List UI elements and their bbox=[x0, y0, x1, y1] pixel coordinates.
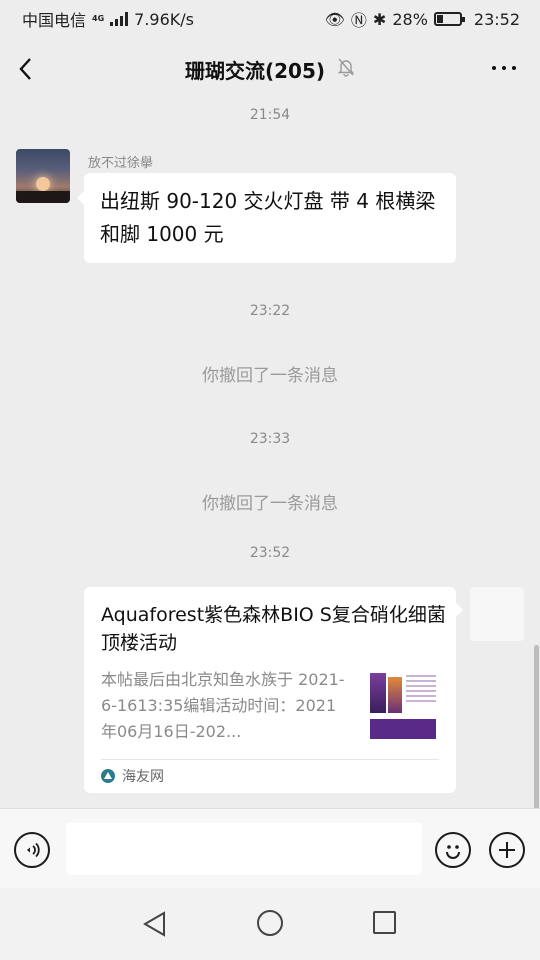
recall-notice: 你撤回了一条消息 bbox=[202, 494, 338, 514]
input-bar bbox=[0, 808, 540, 888]
network-speed: 7.96K/s bbox=[134, 9, 194, 29]
scrollbar[interactable] bbox=[534, 645, 539, 808]
emoji-icon bbox=[446, 845, 460, 859]
source-logo-icon bbox=[101, 769, 115, 783]
network-type: 4G bbox=[92, 14, 105, 23]
plus-button[interactable] bbox=[489, 832, 525, 868]
timestamp: 23:52 bbox=[249, 545, 291, 561]
back-button[interactable] bbox=[14, 54, 38, 84]
bluetooth-icon: ✱ bbox=[372, 9, 387, 29]
recall-notice: 你撤回了一条消息 bbox=[202, 366, 338, 386]
chevron-left-icon bbox=[19, 58, 31, 80]
avatar[interactable] bbox=[16, 149, 70, 203]
nfc-icon: Ⓝ bbox=[350, 11, 367, 30]
voice-button[interactable] bbox=[14, 832, 50, 868]
message-bubble[interactable]: 出纽斯 90-120 交火灯盘 带 4 根横梁和脚 1000 元 bbox=[77, 173, 456, 263]
message-text: 出纽斯 90-120 交火灯盘 带 4 根横梁和脚 1000 元 bbox=[100, 189, 436, 246]
timestamp: 23:22 bbox=[249, 303, 291, 319]
chat-title: 珊瑚交流(205) bbox=[184, 58, 326, 83]
status-right: 👁 Ⓝ ✱ 28% 23:52 bbox=[325, 7, 520, 31]
bell-off-icon bbox=[337, 57, 355, 81]
nav-home-icon[interactable] bbox=[257, 910, 283, 936]
status-bar: 中国电信 4G 7.96K/s 👁 Ⓝ ✱ 28% 23:52 bbox=[0, 0, 540, 38]
eye-icon: 👁 bbox=[324, 9, 345, 29]
timestamp: 23:33 bbox=[249, 431, 291, 447]
link-card[interactable]: Aquaforest紫色森林BIO S复合硝化细菌顶楼活动 本帖最后由北京知鱼水… bbox=[84, 587, 463, 793]
signal-icon bbox=[110, 12, 129, 26]
card-description: 本帖最后由北京知鱼水族于 2021-6-1613:35编辑活动时间：2021年0… bbox=[101, 670, 345, 741]
more-button[interactable] bbox=[492, 66, 516, 70]
battery-icon bbox=[433, 12, 465, 26]
message-input[interactable] bbox=[66, 823, 422, 875]
chat-area[interactable]: 21:54 放不过徐擧 出纽斯 90-120 交火灯盘 带 4 根横梁和脚 10… bbox=[0, 100, 540, 808]
voice-icon bbox=[27, 842, 40, 858]
card-thumbnail bbox=[368, 669, 438, 741]
status-left: 中国电信 4G 7.96K/s bbox=[22, 7, 194, 31]
card-source: 海友网 bbox=[122, 769, 164, 785]
nav-recent-icon[interactable] bbox=[373, 911, 396, 934]
clock: 23:52 bbox=[473, 9, 520, 29]
chat-header: 珊瑚交流(205) bbox=[0, 38, 540, 100]
divider bbox=[101, 759, 439, 760]
timestamp: 21:54 bbox=[249, 107, 291, 123]
card-title: Aquaforest紫色森林BIO S复合硝化细菌顶楼活动 bbox=[101, 604, 446, 654]
carrier-name: 中国电信 bbox=[22, 11, 87, 30]
plus-icon bbox=[499, 842, 515, 858]
system-nav-bar bbox=[0, 888, 540, 960]
nav-back-icon[interactable] bbox=[142, 910, 168, 938]
more-dots-icon bbox=[492, 66, 496, 70]
emoji-button[interactable] bbox=[435, 832, 471, 868]
battery-percent: 28% bbox=[392, 9, 428, 29]
self-avatar[interactable] bbox=[470, 587, 524, 641]
sender-name: 放不过徐擧 bbox=[88, 156, 154, 171]
